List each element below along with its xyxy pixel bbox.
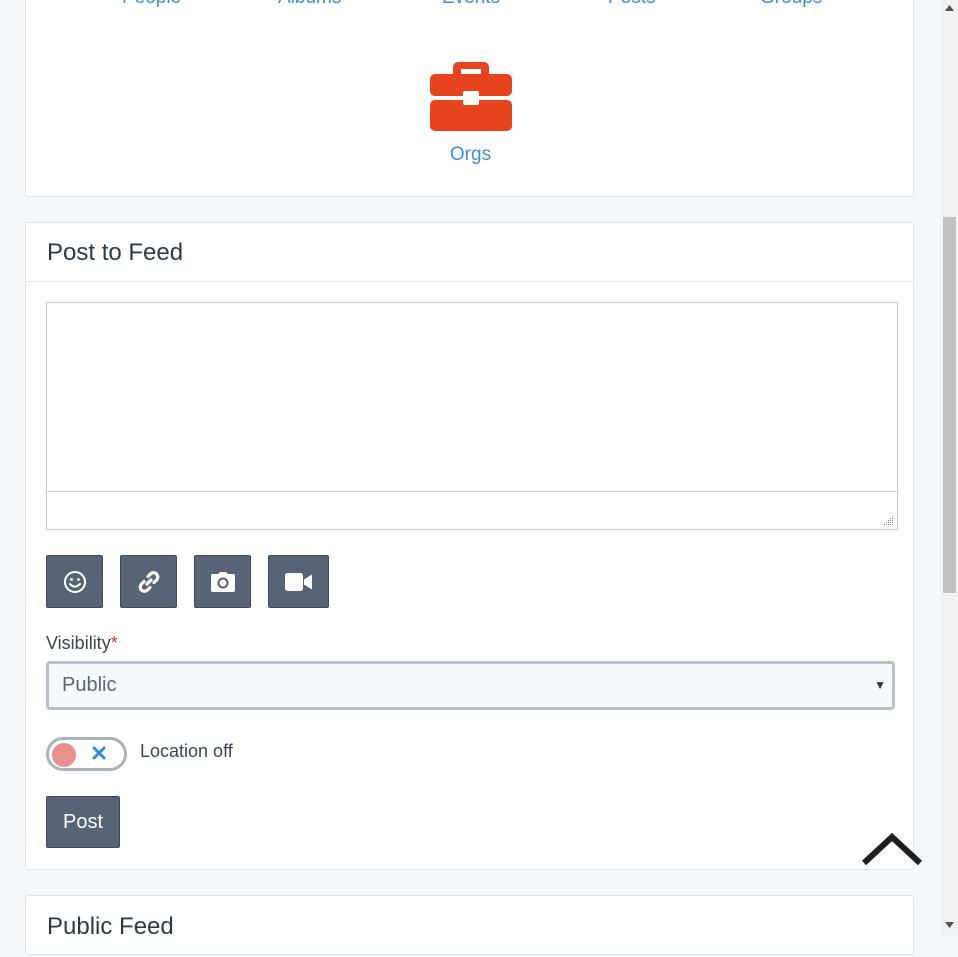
emoji-icon (63, 570, 86, 593)
back-to-top-icon[interactable] (861, 832, 923, 868)
emoji-button[interactable] (46, 555, 103, 608)
toggle-knob (52, 743, 76, 767)
link-icon (138, 570, 159, 593)
visibility-select[interactable]: Public ▼ (46, 661, 895, 710)
required-marker: * (110, 633, 118, 653)
post-card-title: Post to Feed (26, 223, 913, 282)
post-button[interactable]: Post (46, 796, 120, 848)
close-icon (92, 746, 106, 760)
photo-button[interactable] (194, 555, 251, 608)
public-feed-title: Public Feed (47, 913, 174, 940)
app-link-people[interactable]: People (122, 0, 181, 9)
visibility-selected-value: Public (62, 674, 117, 696)
app-link-posts[interactable]: Posts (608, 0, 656, 9)
scroll-down-icon[interactable] (945, 922, 954, 928)
post-editor (46, 302, 898, 530)
page-scrollbar[interactable] (941, 0, 958, 937)
link-button[interactable] (120, 555, 177, 608)
visibility-label-text: Visibility (46, 633, 111, 653)
apps-links-row: People Albums Events Posts Groups (26, 0, 913, 9)
camera-icon (210, 571, 235, 592)
scroll-up-icon[interactable] (945, 5, 954, 11)
resize-grip-icon[interactable] (882, 514, 894, 526)
app-link-albums[interactable]: Albums (278, 0, 341, 9)
visibility-label: Visibility* (46, 633, 118, 654)
location-toggle[interactable] (46, 737, 127, 771)
app-link-orgs[interactable]: Orgs (26, 144, 915, 166)
video-button[interactable] (268, 555, 329, 608)
scrollbar-thumb[interactable] (943, 217, 956, 593)
video-icon (284, 572, 312, 591)
apps-card: People Albums Events Posts Groups Orgs (25, 0, 914, 197)
briefcase-icon[interactable] (430, 60, 512, 132)
post-to-feed-card: Post to Feed Visibility* Public ▼ Locati… (25, 222, 914, 870)
location-label: Location off (140, 741, 233, 761)
public-feed-card: Public Feed (25, 895, 914, 955)
post-textarea[interactable] (47, 303, 897, 492)
app-link-groups[interactable]: Groups (760, 0, 822, 9)
app-link-events[interactable]: Events (442, 0, 500, 9)
chevron-down-icon: ▼ (874, 678, 886, 692)
